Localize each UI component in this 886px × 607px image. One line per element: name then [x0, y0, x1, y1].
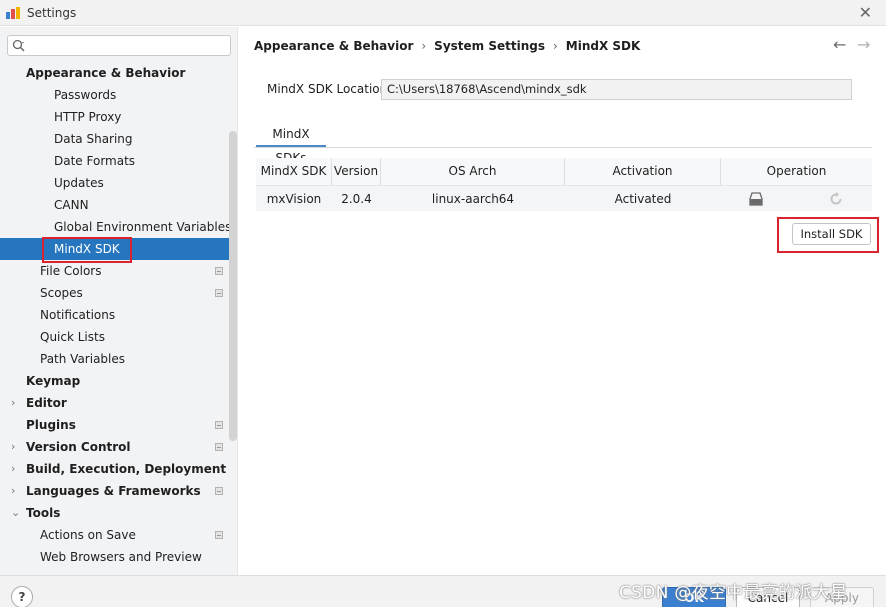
sidebar-item-actions-on-save[interactable]: Actions on Save [0, 524, 237, 546]
sidebar-item-updates[interactable]: Updates [0, 172, 237, 194]
sidebar-item-label: Plugins [26, 418, 76, 432]
sidebar-item-editor[interactable]: › Editor [0, 392, 237, 414]
sidebar-item-label: Updates [54, 176, 104, 190]
column-header-sdk[interactable]: MindX SDK [256, 158, 332, 185]
sidebar-item-label: Path Variables [40, 352, 126, 366]
sidebar-item-label: Tools [26, 506, 61, 520]
cell-activation: Activated [614, 192, 672, 206]
sidebar-item-label: Global Environment Variables [54, 220, 232, 234]
sidebar-item-version-control[interactable]: › Version Control [0, 436, 237, 458]
sidebar-item-languages-frameworks[interactable]: › Languages & Frameworks [0, 480, 237, 502]
column-header-os-arch[interactable]: OS Arch [381, 158, 565, 185]
sidebar-scrollbar[interactable] [229, 131, 237, 441]
annotation-highlight-mindx-sdk [42, 237, 132, 263]
app-logo-icon [6, 7, 20, 19]
sidebar-item-label: Scopes [40, 286, 83, 300]
breadcrumb-separator: › [552, 39, 558, 53]
sdk-location-field[interactable]: C:\Users\18768\Ascend\mindx_sdk [381, 79, 852, 100]
breadcrumb-system-settings[interactable]: System Settings [434, 39, 545, 53]
sidebar-item-label: Quick Lists [40, 330, 105, 344]
refresh-icon[interactable] [829, 192, 843, 206]
project-scope-icon [215, 289, 223, 297]
search-box[interactable] [7, 35, 231, 56]
sidebar-item-date-formats[interactable]: Date Formats [0, 150, 237, 172]
sidebar-item-label: Editor [26, 396, 67, 410]
sidebar-item-label: Build, Execution, Deployment [26, 462, 227, 476]
title-bar: Settings ✕ [0, 0, 886, 26]
forward-arrow-icon[interactable]: → [857, 35, 870, 54]
sidebar-item-web-browsers-and-preview[interactable]: Web Browsers and Preview [0, 546, 237, 568]
sidebar-item-label: Data Sharing [54, 132, 133, 146]
project-scope-icon [215, 267, 223, 275]
uninstall-icon[interactable] [749, 192, 763, 206]
sidebar-item-label: Keymap [26, 374, 81, 388]
chevron-down-icon[interactable]: ⌄ [11, 502, 20, 524]
sidebar-item-label: Web Browsers and Preview [40, 550, 202, 564]
sidebar-item-label: Notifications [40, 308, 116, 322]
search-input[interactable] [32, 37, 227, 54]
sidebar-item-label: CANN [54, 198, 89, 212]
column-header-operation[interactable]: Operation [721, 158, 872, 185]
chevron-right-icon[interactable]: › [11, 436, 15, 458]
sidebar-item-appearance-behavior[interactable]: Appearance & Behavior [0, 62, 237, 84]
column-header-activation[interactable]: Activation [565, 158, 721, 185]
table-row[interactable]: mxVision 2.0.4 linux-aarch64 Activated [256, 185, 872, 211]
project-scope-icon [215, 531, 223, 539]
cell-os-arch: linux-aarch64 [431, 192, 515, 206]
sidebar-item-label: Languages & Frameworks [26, 484, 201, 498]
annotation-highlight-install [777, 217, 879, 253]
sidebar-item-path-variables[interactable]: Path Variables [0, 348, 237, 370]
chevron-right-icon[interactable]: › [11, 480, 15, 502]
sidebar-item-build-execution-deployment[interactable]: › Build, Execution, Deployment [0, 458, 237, 480]
tab-mindx-sdks[interactable]: MindX SDKs [256, 122, 326, 165]
sidebar-item-label: Version Control [26, 440, 131, 454]
sdk-location-label: MindX SDK Location [267, 82, 388, 96]
sidebar-item-tools[interactable]: ⌄ Tools [0, 502, 237, 524]
sidebar-item-label: Appearance & Behavior [26, 66, 186, 80]
sidebar-item-label: HTTP Proxy [54, 110, 122, 124]
sidebar-item-label: Date Formats [54, 154, 136, 168]
settings-sidebar: Appearance & Behavior Passwords HTTP Proxy… [0, 27, 238, 575]
sdk-table: MindX SDK Version OS Arch Activation Ope… [256, 158, 872, 211]
sidebar-item-plugins[interactable]: Plugins [0, 414, 237, 436]
project-scope-icon [215, 421, 223, 429]
sidebar-item-quick-lists[interactable]: Quick Lists [0, 326, 237, 348]
breadcrumb-appearance[interactable]: Appearance & Behavior [254, 39, 413, 53]
sidebar-item-http-proxy[interactable]: HTTP Proxy [0, 106, 237, 128]
help-button[interactable]: ? [11, 586, 33, 607]
cell-sdk-name: mxVision [266, 192, 322, 206]
sidebar-item-label: Actions on Save [40, 528, 136, 542]
sidebar-item-scopes[interactable]: Scopes [0, 282, 237, 304]
sidebar-item-file-colors[interactable]: File Colors [0, 260, 237, 282]
sidebar-item-global-environment-variables[interactable]: Global Environment Variables [0, 216, 237, 238]
close-icon[interactable]: ✕ [859, 3, 872, 23]
sidebar-item-passwords[interactable]: Passwords [0, 84, 237, 106]
column-header-version[interactable]: Version [332, 158, 381, 185]
back-arrow-icon[interactable]: ← [833, 35, 846, 54]
search-icon [12, 39, 25, 52]
sidebar-item-data-sharing[interactable]: Data Sharing [0, 128, 237, 150]
csdn-watermark: CSDN @夜空中最亮的派大星 [619, 583, 848, 603]
breadcrumb-separator: › [421, 39, 427, 53]
sidebar-item-cann[interactable]: CANN [0, 194, 237, 216]
sidebar-item-label: File Colors [40, 264, 102, 278]
sidebar-item-label: Passwords [54, 88, 117, 102]
project-scope-icon [215, 443, 223, 451]
chevron-right-icon[interactable]: › [11, 458, 15, 480]
tab-divider [254, 147, 872, 148]
window-title: Settings [27, 6, 77, 20]
settings-content: Appearance & Behavior › System Settings › Mi… [239, 27, 886, 575]
cell-version: 2.0.4 [341, 192, 372, 206]
sidebar-item-notifications[interactable]: Notifications [0, 304, 237, 326]
chevron-right-icon[interactable]: › [11, 392, 15, 414]
breadcrumb-mindx-sdk: MindX SDK [565, 39, 641, 53]
breadcrumb: Appearance & Behavior › System Settings › Mi… [254, 39, 640, 53]
project-scope-icon [215, 487, 223, 495]
sidebar-item-keymap[interactable]: Keymap [0, 370, 237, 392]
